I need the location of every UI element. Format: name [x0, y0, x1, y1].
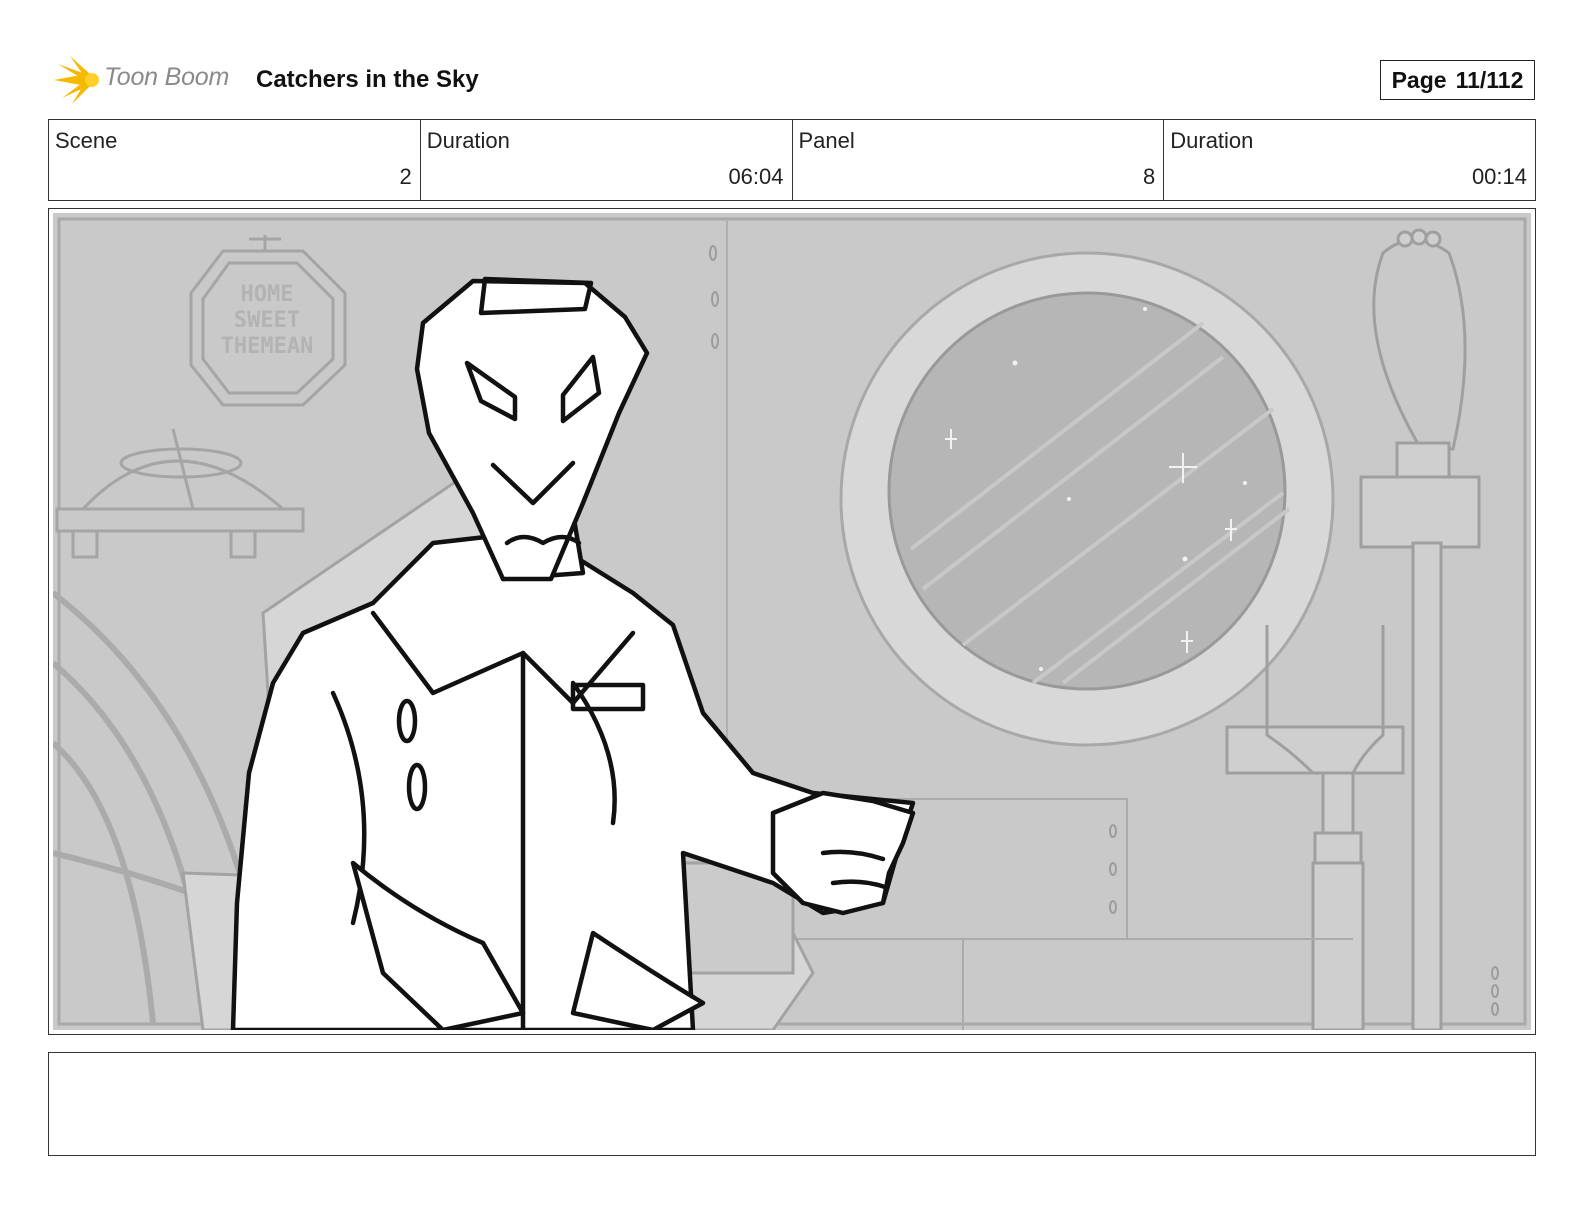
- scene-duration-label: Duration: [426, 128, 510, 153]
- scene-cell: Scene 2: [49, 120, 421, 200]
- sign-line-1: HOME: [241, 282, 294, 307]
- scene-label: Scene: [55, 128, 118, 153]
- panel-value: 8: [1143, 164, 1156, 189]
- page-indicator: Page 11/112: [1380, 60, 1535, 100]
- porthole: [839, 251, 1335, 747]
- panel-info-table: Scene 2 Duration 06:04 Panel 8 Duration …: [48, 119, 1536, 201]
- sign-line-2: SWEET: [234, 308, 300, 333]
- panel-duration-value: 00:14: [1471, 164, 1527, 189]
- panel-cell: Panel 8: [793, 120, 1165, 200]
- panel-duration-cell: Duration 00:14: [1164, 120, 1535, 200]
- panel-duration-label: Duration: [1170, 128, 1254, 153]
- scene-duration-value: 06:04: [728, 164, 784, 189]
- scene-duration-cell: Duration 06:04: [421, 120, 793, 200]
- panel-label: Panel: [798, 128, 855, 153]
- scene-value: 2: [399, 164, 412, 189]
- panel-notes-box: [48, 1052, 1536, 1156]
- sign-line-3: THEMEAN: [221, 334, 314, 359]
- document-title: Catchers in the Sky: [256, 66, 479, 93]
- logo-text: Toon Boom: [104, 63, 230, 91]
- panel-drawing: HOME SWEET THEMEAN: [53, 213, 1531, 1030]
- toon-boom-logo: Toon Boom: [52, 54, 242, 106]
- starburst-icon: [54, 56, 99, 104]
- storyboard-panel: HOME SWEET THEMEAN: [48, 208, 1536, 1035]
- page-label: Page: [1391, 66, 1447, 93]
- page-number: 11/112: [1455, 66, 1524, 93]
